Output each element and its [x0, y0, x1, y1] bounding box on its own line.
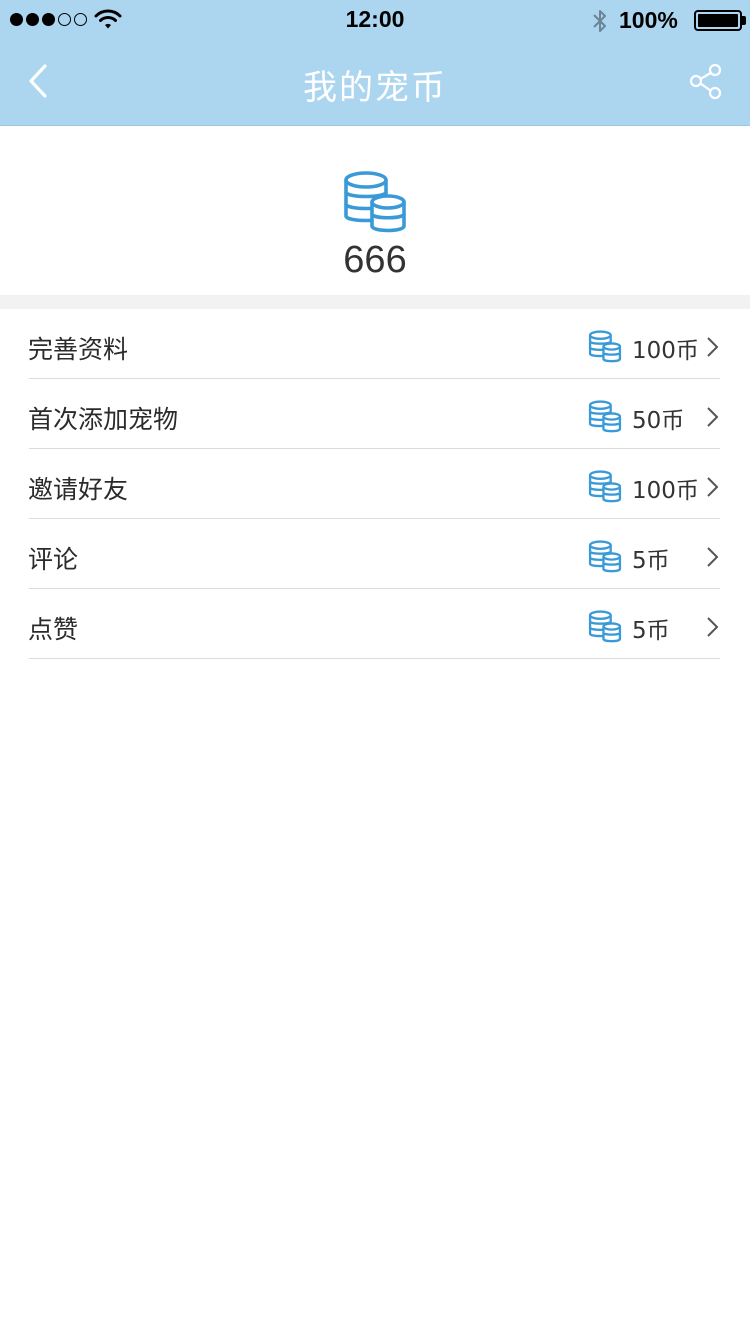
task-row-like[interactable]: 点赞 5币: [0, 589, 750, 659]
task-label: 首次添加宠物: [28, 405, 179, 434]
task-row-first-add-pet[interactable]: 首次添加宠物 50币: [0, 379, 750, 449]
task-reward: 100币: [632, 338, 699, 364]
task-row-comment[interactable]: 评论 5币: [0, 519, 750, 589]
coin-stack-icon: [588, 330, 622, 363]
coin-stack-icon: [588, 400, 622, 433]
nav-bar: 我的宠币: [0, 40, 750, 126]
chevron-right-icon: [707, 547, 719, 567]
coin-balance-value: 666: [343, 239, 407, 281]
task-reward: 100币: [632, 478, 699, 504]
task-reward: 5币: [632, 618, 670, 644]
task-label: 点赞: [28, 615, 79, 644]
bluetooth-icon: [593, 10, 606, 32]
battery-icon: [694, 10, 742, 31]
battery-tip: [742, 16, 746, 25]
coin-stack-icon: [344, 171, 406, 233]
task-row-complete-profile[interactable]: 完善资料 100币: [0, 309, 750, 379]
coin-stack-icon: [588, 470, 622, 503]
chevron-right-icon: [707, 407, 719, 427]
coin-stack-icon: [588, 610, 622, 643]
task-reward: 50币: [632, 408, 685, 434]
task-row-invite-friends[interactable]: 邀请好友 100币: [0, 449, 750, 519]
chevron-right-icon: [707, 477, 719, 497]
coin-balance-panel: 666: [0, 127, 750, 295]
task-label: 邀请好友: [28, 475, 129, 504]
share-button[interactable]: [686, 62, 726, 102]
status-bar: 12:00 100%: [0, 0, 750, 40]
task-label: 评论: [28, 545, 79, 574]
coin-stack-icon: [588, 540, 622, 573]
page-title: 我的宠币: [303, 68, 447, 108]
battery-percentage: 100%: [619, 7, 678, 33]
earn-coins-task-list: 完善资料 100币 首次添加宠物 50币 邀请好友 100币 评论 5币 点赞 …: [0, 309, 750, 659]
chevron-right-icon: [707, 337, 719, 357]
share-icon: [689, 63, 722, 100]
task-label: 完善资料: [28, 335, 129, 364]
task-reward: 5币: [632, 548, 670, 574]
section-divider: [0, 295, 750, 309]
chevron-right-icon: [707, 617, 719, 637]
